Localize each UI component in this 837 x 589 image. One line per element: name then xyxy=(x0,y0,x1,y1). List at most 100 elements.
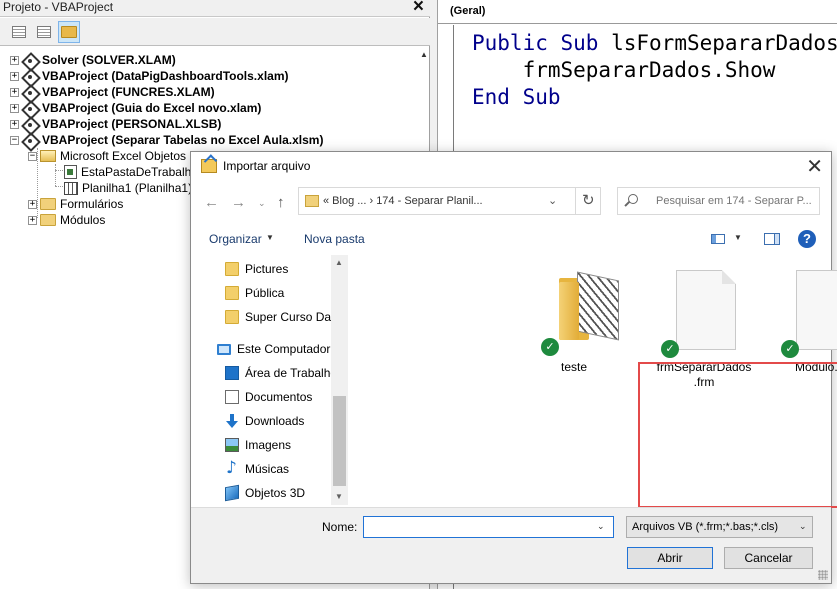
file-type-select[interactable]: Arquivos VB (*.frm;*.bas;*.cls) xyxy=(626,516,813,538)
nav-scrollbar[interactable]: ▲ ▼ xyxy=(331,255,348,505)
tree-node[interactable]: + VBAProject (DataPigDashboardTools.xlam… xyxy=(10,68,289,84)
folder-icon xyxy=(559,270,623,341)
tree-node[interactable]: + VBAProject (Guia do Excel novo.xlam) xyxy=(10,100,261,116)
folder-icon xyxy=(40,198,56,210)
tree-node-label: VBAProject (Separar Tabelas no Excel Aul… xyxy=(42,133,324,147)
collapse-icon[interactable]: − xyxy=(10,135,19,145)
tree-node-label: Microsoft Excel Objetos xyxy=(60,149,187,163)
nav-item-label: Pictures xyxy=(245,262,289,276)
synced-check-icon: ✓ xyxy=(541,338,559,356)
tree-guide-line xyxy=(55,164,56,186)
nav-item-super-curso[interactable]: Super Curso Das xyxy=(225,306,337,328)
help-icon[interactable]: ? xyxy=(798,230,816,248)
view-object-button[interactable] xyxy=(33,21,55,43)
file-name-input[interactable] xyxy=(363,516,614,538)
preview-pane-icon[interactable] xyxy=(764,233,780,245)
nav-item-pictures[interactable]: Pictures xyxy=(225,258,288,280)
search-box[interactable] xyxy=(617,187,820,215)
close-icon[interactable]: ✕ xyxy=(806,154,823,179)
scroll-down-icon[interactable]: ▼ xyxy=(335,492,343,501)
nav-item-images[interactable]: Imagens xyxy=(225,434,291,456)
vba-project-icon xyxy=(22,133,38,147)
tree-node-label: Solver (SOLVER.XLAM) xyxy=(42,53,176,67)
expand-icon[interactable]: + xyxy=(10,87,19,97)
expand-icon[interactable]: + xyxy=(10,71,19,81)
code-line: End Sub xyxy=(472,84,837,111)
file-list: ✓ teste ✓ frmSepararDados .frm ✓ Modulo.… xyxy=(351,255,837,508)
tree-node-this-workbook[interactable]: EstaPastaDeTrabalho xyxy=(64,164,198,180)
tree-guide-line xyxy=(55,186,63,187)
expand-icon[interactable]: + xyxy=(10,103,19,113)
expand-icon[interactable]: + xyxy=(28,199,37,209)
folder-icon xyxy=(305,195,319,207)
address-path[interactable]: « Blog ... › 174 - Separar Planil... xyxy=(323,195,483,207)
chevron-down-icon[interactable]: ⌄ xyxy=(799,521,807,532)
tree-node-modules[interactable]: + Módulos xyxy=(28,212,105,228)
chevron-down-icon[interactable]: ▼ xyxy=(734,233,742,242)
forward-arrow-icon[interactable]: → xyxy=(231,194,246,211)
view-code-button[interactable] xyxy=(8,21,30,43)
images-icon xyxy=(225,438,239,452)
3d-objects-icon xyxy=(225,484,239,502)
new-folder-button[interactable]: Nova pasta xyxy=(304,232,365,246)
document-icon xyxy=(676,270,736,350)
dialog-titlebar: Importar arquivo ✕ xyxy=(191,152,831,182)
expand-icon[interactable]: + xyxy=(10,119,19,129)
project-explorer-close-icon[interactable]: × xyxy=(413,0,424,17)
worksheet-icon xyxy=(64,181,78,195)
project-explorer-title: Projeto - VBAProject × xyxy=(0,0,430,17)
change-view-icon[interactable] xyxy=(711,234,725,244)
back-arrow-icon[interactable]: ← xyxy=(204,194,219,211)
tree-node-label: VBAProject (PERSONAL.XLSB) xyxy=(42,117,222,131)
tree-node-forms[interactable]: + Formulários xyxy=(28,196,123,212)
tree-node[interactable]: + Solver (SOLVER.XLAM) xyxy=(10,52,176,68)
recent-locations-icon[interactable]: ⌄ xyxy=(258,198,266,209)
address-bar[interactable]: « Blog ... › 174 - Separar Planil... ⌄ ↻ xyxy=(298,187,601,215)
code-statement: frmSepararDados.Show xyxy=(522,58,776,82)
code-editor[interactable]: Public Sub lsFormSepararDados frmSeparar… xyxy=(472,30,837,111)
nav-item-music[interactable]: Músicas xyxy=(225,458,289,480)
chevron-down-icon[interactable]: ⌄ xyxy=(548,194,557,207)
refresh-button[interactable]: ↻ xyxy=(575,188,602,214)
toggle-folders-button[interactable] xyxy=(58,21,80,43)
collapse-icon[interactable]: − xyxy=(28,151,37,161)
nav-item-publica[interactable]: Pública xyxy=(225,282,284,304)
chevron-down-icon[interactable]: ⌄ xyxy=(597,521,605,532)
music-icon xyxy=(225,458,239,478)
folder-icon xyxy=(40,214,56,226)
cancel-button[interactable]: Cancelar xyxy=(724,547,813,569)
object-combo[interactable]: (Geral) xyxy=(438,0,837,24)
nav-item-downloads[interactable]: Downloads xyxy=(225,410,304,432)
nav-item-3d-objects[interactable]: Objetos 3D xyxy=(225,482,305,504)
expand-icon[interactable]: + xyxy=(10,55,19,65)
code-line: frmSepararDados.Show xyxy=(472,57,837,84)
expand-icon[interactable]: + xyxy=(28,215,37,225)
view-object-icon xyxy=(37,26,51,38)
vba-project-icon xyxy=(22,101,38,115)
nav-item-this-pc[interactable]: Este Computador xyxy=(217,338,330,360)
open-button[interactable]: Abrir xyxy=(627,547,713,569)
search-input[interactable] xyxy=(656,195,816,207)
nav-item-documents[interactable]: Documentos xyxy=(225,386,312,408)
computer-icon xyxy=(217,343,231,355)
nav-item-desktop[interactable]: Área de Trabalho xyxy=(225,362,337,384)
document-icon xyxy=(796,270,837,350)
tree-node-label: VBAProject (Guia do Excel novo.xlam) xyxy=(42,101,262,115)
tree-node-excel-objects[interactable]: − Microsoft Excel Objetos xyxy=(28,148,186,164)
chevron-down-icon[interactable]: ▼ xyxy=(266,233,274,242)
organize-menu[interactable]: Organizar xyxy=(209,232,262,246)
scrollbar-thumb[interactable] xyxy=(333,396,346,486)
view-code-icon xyxy=(12,26,26,38)
folder-icon xyxy=(225,262,239,276)
project-scrollbar[interactable]: ▲ xyxy=(418,46,430,66)
up-arrow-icon[interactable]: ↑ xyxy=(277,194,285,211)
tree-node-active-project[interactable]: − VBAProject (Separar Tabelas no Excel A… xyxy=(10,132,323,148)
resize-grip-icon[interactable] xyxy=(818,570,828,580)
nav-item-label: Área de Trabalho xyxy=(245,366,338,380)
tree-node[interactable]: + VBAProject (FUNCRES.XLAM) xyxy=(10,84,215,100)
nav-item-label: Imagens xyxy=(245,438,292,452)
tree-node[interactable]: + VBAProject (PERSONAL.XLSB) xyxy=(10,116,221,132)
tree-node-sheet1[interactable]: Planilha1 (Planilha1) xyxy=(64,180,192,196)
scroll-up-icon[interactable]: ▲ xyxy=(335,258,343,267)
file-item-teste[interactable]: ✓ teste xyxy=(524,270,624,380)
